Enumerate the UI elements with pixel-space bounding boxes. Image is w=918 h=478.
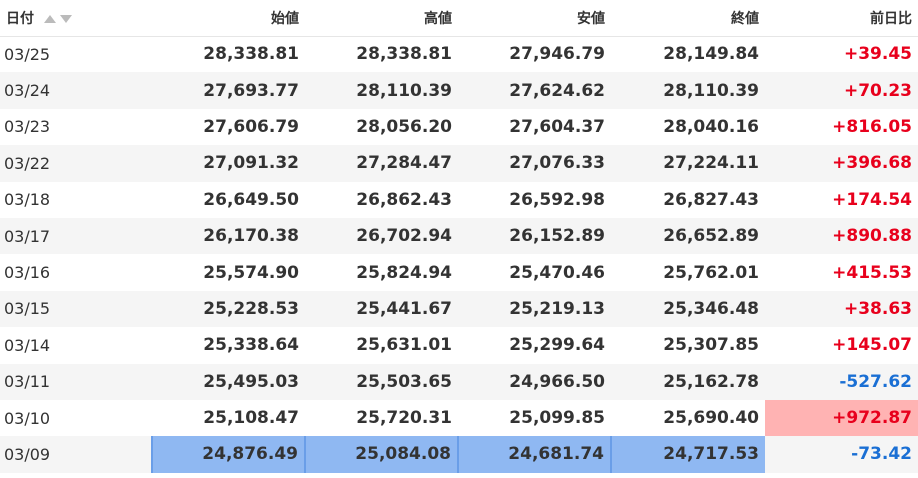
column-header-high: 高値 (305, 0, 458, 37)
cell-open: 25,574.90 (203, 262, 299, 283)
cell-low: 25,099.85 (509, 408, 605, 429)
cell-open: 26,649.50 (203, 189, 299, 210)
cell-low: 27,076.33 (509, 153, 605, 174)
cell-close: 28,149.84 (663, 44, 759, 65)
cell-close: 25,307.85 (663, 335, 759, 356)
cell-close: 27,224.11 (663, 153, 759, 174)
column-header-change: 前日比 (765, 0, 918, 37)
cell-open: 28,338.81 (203, 44, 299, 65)
cell-change: +38.63 (843, 298, 912, 319)
cell-date: 03/23 (4, 117, 51, 137)
cell-open: 27,091.32 (203, 153, 299, 174)
cell-high: 27,284.47 (356, 153, 452, 174)
table-row: 03/10 25,108.47 25,720.31 25,099.85 25,6… (0, 399, 918, 437)
cell-date: 03/11 (4, 372, 51, 392)
cell-change: +890.88 (832, 226, 912, 247)
cell-high: 25,503.65 (356, 371, 452, 392)
cell-date: 03/24 (4, 81, 51, 101)
cell-change: +39.45 (843, 44, 912, 65)
cell-close: 26,652.89 (663, 226, 759, 247)
cell-change: -73.42 (851, 444, 912, 465)
cell-open-highlighted: 24,876.49 (151, 436, 305, 473)
cell-close-highlighted: 24,717.53 (610, 436, 765, 473)
cell-high-highlighted: 25,084.08 (304, 436, 458, 473)
cell-low: 25,219.13 (509, 298, 605, 319)
table-row: 03/09 24,876.49 25,084.08 24,681.74 24,7… (0, 436, 918, 473)
cell-date: 03/16 (4, 263, 51, 283)
cell-low: 25,299.64 (509, 335, 605, 356)
column-header-close: 終値 (611, 0, 765, 37)
table-row: 03/14 25,338.64 25,631.01 25,299.64 25,3… (0, 327, 918, 364)
cell-close: 28,110.39 (663, 80, 759, 101)
table-body: 03/25 28,338.81 28,338.81 27,946.79 28,1… (0, 36, 918, 473)
table-row: 03/22 27,091.32 27,284.47 27,076.33 27,2… (0, 145, 918, 182)
cell-date: 03/15 (4, 299, 51, 319)
table-row: 03/17 26,170.38 26,702.94 26,152.89 26,6… (0, 217, 918, 255)
cell-high: 25,441.67 (356, 298, 452, 319)
table-row: 03/23 27,606.79 28,056.20 27,604.37 28,0… (0, 108, 918, 146)
table-row: 03/24 27,693.77 28,110.39 27,624.62 28,1… (0, 72, 918, 109)
table-row: 03/15 25,228.53 25,441.67 25,219.13 25,3… (0, 290, 918, 328)
column-header-date-label: 日付 (6, 10, 34, 27)
cell-close: 26,827.43 (663, 189, 759, 210)
column-header-low: 安値 (458, 0, 611, 37)
table-row: 03/25 28,338.81 28,338.81 27,946.79 28,1… (0, 36, 918, 73)
cell-low: 26,592.98 (509, 189, 605, 210)
cell-change: +415.53 (832, 262, 912, 283)
table-row: 03/18 26,649.50 26,862.43 26,592.98 26,8… (0, 181, 918, 218)
cell-date: 03/10 (4, 408, 51, 428)
sort-asc-icon[interactable] (43, 14, 56, 23)
cell-close: 25,690.40 (663, 408, 759, 429)
cell-change: +174.54 (832, 189, 912, 210)
column-header-open: 始値 (152, 0, 305, 37)
sort-controls[interactable] (43, 11, 72, 27)
cell-change: +396.68 (832, 153, 912, 174)
cell-high: 25,824.94 (356, 262, 452, 283)
cell-date: 03/09 (4, 444, 51, 464)
cell-change: +70.23 (843, 80, 912, 101)
cell-date: 03/14 (4, 335, 51, 355)
cell-low: 26,152.89 (509, 226, 605, 247)
cell-close: 25,162.78 (663, 371, 759, 392)
cell-high: 25,631.01 (356, 335, 452, 356)
cell-low: 27,946.79 (509, 44, 605, 65)
cell-date: 03/25 (4, 44, 51, 64)
cell-open: 26,170.38 (203, 226, 299, 247)
cell-change-highlighted: +972.87 (765, 399, 918, 437)
cell-change: -527.62 (839, 371, 912, 392)
cell-date: 03/17 (4, 226, 51, 246)
cell-high: 26,702.94 (356, 226, 452, 247)
cell-open: 25,495.03 (203, 371, 299, 392)
cell-low: 25,470.46 (509, 262, 605, 283)
cell-low: 27,624.62 (509, 80, 605, 101)
cell-open: 27,693.77 (203, 80, 299, 101)
cell-open: 25,108.47 (203, 408, 299, 429)
cell-low: 24,966.50 (509, 371, 605, 392)
cell-high: 28,110.39 (356, 80, 452, 101)
table-header: 日付 始値 高値 安値 終値 前日比 (0, 0, 918, 37)
cell-high: 25,720.31 (356, 408, 452, 429)
cell-close: 28,040.16 (663, 116, 759, 137)
sort-desc-icon[interactable] (59, 14, 72, 23)
cell-change: +816.05 (832, 116, 912, 137)
cell-date: 03/22 (4, 153, 51, 173)
cell-high: 26,862.43 (356, 189, 452, 210)
cell-close: 25,346.48 (663, 298, 759, 319)
cell-open: 25,338.64 (203, 335, 299, 356)
cell-open: 27,606.79 (203, 116, 299, 137)
header-row: 日付 始値 高値 安値 終値 前日比 (0, 0, 918, 37)
cell-high: 28,338.81 (356, 44, 452, 65)
cell-date: 03/18 (4, 190, 51, 210)
column-header-date[interactable]: 日付 (0, 0, 152, 37)
cell-high: 28,056.20 (356, 116, 452, 137)
table-row: 03/16 25,574.90 25,824.94 25,470.46 25,7… (0, 254, 918, 291)
cell-low: 27,604.37 (509, 116, 605, 137)
cell-close: 25,762.01 (663, 262, 759, 283)
cell-open: 25,228.53 (203, 298, 299, 319)
cell-change: +145.07 (832, 335, 912, 356)
cell-low-highlighted: 24,681.74 (457, 436, 611, 473)
price-history-table: 日付 始値 高値 安値 終値 前日比 03/25 28,338.81 28,33… (0, 0, 918, 473)
table-row: 03/11 25,495.03 25,503.65 24,966.50 25,1… (0, 363, 918, 400)
